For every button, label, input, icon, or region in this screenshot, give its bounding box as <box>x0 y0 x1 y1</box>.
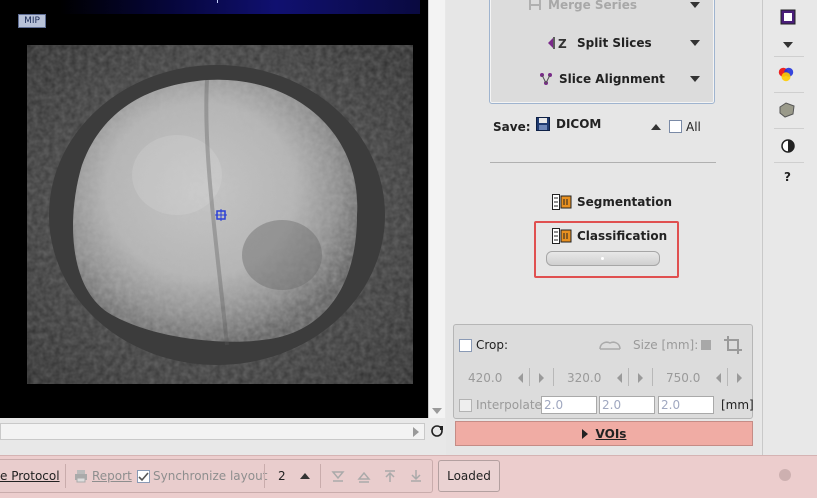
stop-icon[interactable] <box>701 340 711 350</box>
rendering-icon[interactable] <box>778 101 796 119</box>
divider <box>490 162 716 163</box>
color-palette-icon[interactable] <box>777 65 795 83</box>
slice-alignment-dropdown-icon[interactable] <box>690 76 700 82</box>
move-down-icon[interactable] <box>409 469 423 483</box>
interp-x-input[interactable]: 2.0 <box>541 396 597 414</box>
loaded-button[interactable]: Loaded <box>438 460 500 492</box>
split-slices-label: Split Slices <box>577 36 652 50</box>
printer-icon[interactable] <box>74 469 88 483</box>
crop-x-value: 420.0 <box>468 371 503 385</box>
save-label: Save: <box>493 120 531 134</box>
increment-x-icon[interactable] <box>539 373 544 383</box>
classification-progress-bar <box>546 251 660 266</box>
synchronize-layout-label: Synchronize layout <box>153 469 268 483</box>
move-top-icon[interactable] <box>357 469 371 483</box>
vertical-scrollbar[interactable] <box>428 0 445 418</box>
scroll-right-icon[interactable] <box>413 427 419 437</box>
segmentation-label: Segmentation <box>577 195 673 209</box>
color-lut-icon[interactable] <box>779 8 797 26</box>
vois-label: VOIs <box>595 426 627 441</box>
merge-series-label: Merge Series <box>548 0 637 12</box>
loaded-label: Loaded <box>447 469 491 483</box>
synchronize-layout-checkbox[interactable] <box>137 470 150 483</box>
crosshair-icon[interactable] <box>215 209 227 221</box>
merge-icon <box>529 0 541 10</box>
segmentation-button[interactable]: Segmentation <box>552 194 672 210</box>
vois-button[interactable]: VOIs <box>455 421 753 446</box>
slice-alignment-label: Slice Alignment <box>559 72 665 86</box>
svg-text:Z: Z <box>558 37 567 50</box>
interpolate-label: Interpolate <box>476 398 542 412</box>
horizontal-scrollbar[interactable] <box>0 423 425 440</box>
orientation-mark: P <box>216 0 223 6</box>
mip-label[interactable]: MIP <box>18 14 46 28</box>
layout-number[interactable]: 2 <box>278 469 286 483</box>
move-bottom-icon[interactable] <box>331 469 345 483</box>
help-icon[interactable]: ? <box>784 170 791 184</box>
image-viewer[interactable]: P MIP <box>0 0 428 418</box>
checkmark-icon <box>138 472 149 482</box>
alignment-icon <box>540 73 552 85</box>
save-dicom-button[interactable]: DICOM <box>536 117 601 131</box>
increment-z-icon[interactable] <box>737 373 742 383</box>
interpolate-checkbox[interactable] <box>459 399 472 412</box>
report-button[interactable]: Report <box>92 469 132 483</box>
merge-series-dropdown-icon[interactable] <box>690 2 700 8</box>
coronal-strip <box>60 0 420 14</box>
protocol-button[interactable]: e Protocol <box>0 469 60 483</box>
save-format-dropdown-icon[interactable] <box>651 124 661 130</box>
split-icon: Z <box>548 37 567 50</box>
decrement-y-icon[interactable] <box>617 373 622 383</box>
lut-dropdown-icon[interactable] <box>783 42 793 48</box>
save-format-label: DICOM <box>556 117 602 131</box>
classification-highlight <box>534 221 679 278</box>
save-all-checkbox[interactable] <box>669 120 682 133</box>
crop-icon[interactable] <box>724 336 742 354</box>
contrast-icon[interactable] <box>779 137 797 155</box>
reset-view-icon[interactable] <box>430 424 444 438</box>
split-slices-dropdown-icon[interactable] <box>690 40 700 46</box>
split-slices-button[interactable]: Z Split Slices <box>547 29 652 57</box>
scroll-down-icon[interactable] <box>432 408 442 414</box>
unit-label: [mm] <box>721 398 754 412</box>
slice-alignment-button[interactable]: Slice Alignment <box>539 65 665 93</box>
expand-icon <box>581 428 588 439</box>
decrement-x-icon[interactable] <box>518 373 523 383</box>
decrement-z-icon[interactable] <box>716 373 721 383</box>
crop-z-value: 750.0 <box>666 371 701 385</box>
interp-y-input[interactable]: 2.0 <box>599 396 655 414</box>
move-up-icon[interactable] <box>383 469 397 483</box>
increment-y-icon[interactable] <box>638 373 643 383</box>
status-indicator-icon[interactable] <box>779 469 791 481</box>
crop-y-value: 320.0 <box>567 371 602 385</box>
segmentation-icon <box>552 194 572 210</box>
save-all-label: All <box>686 120 701 134</box>
layout-number-up-icon[interactable] <box>300 473 310 479</box>
crop-label: Crop: <box>476 338 509 352</box>
head-outline-icon[interactable] <box>598 339 622 353</box>
crop-checkbox[interactable] <box>459 339 472 352</box>
floppy-disk-icon <box>536 117 550 131</box>
merge-series-button[interactable]: Merge Series <box>528 0 637 19</box>
size-label: Size [mm]: <box>633 338 699 352</box>
interp-z-input[interactable]: 2.0 <box>658 396 714 414</box>
